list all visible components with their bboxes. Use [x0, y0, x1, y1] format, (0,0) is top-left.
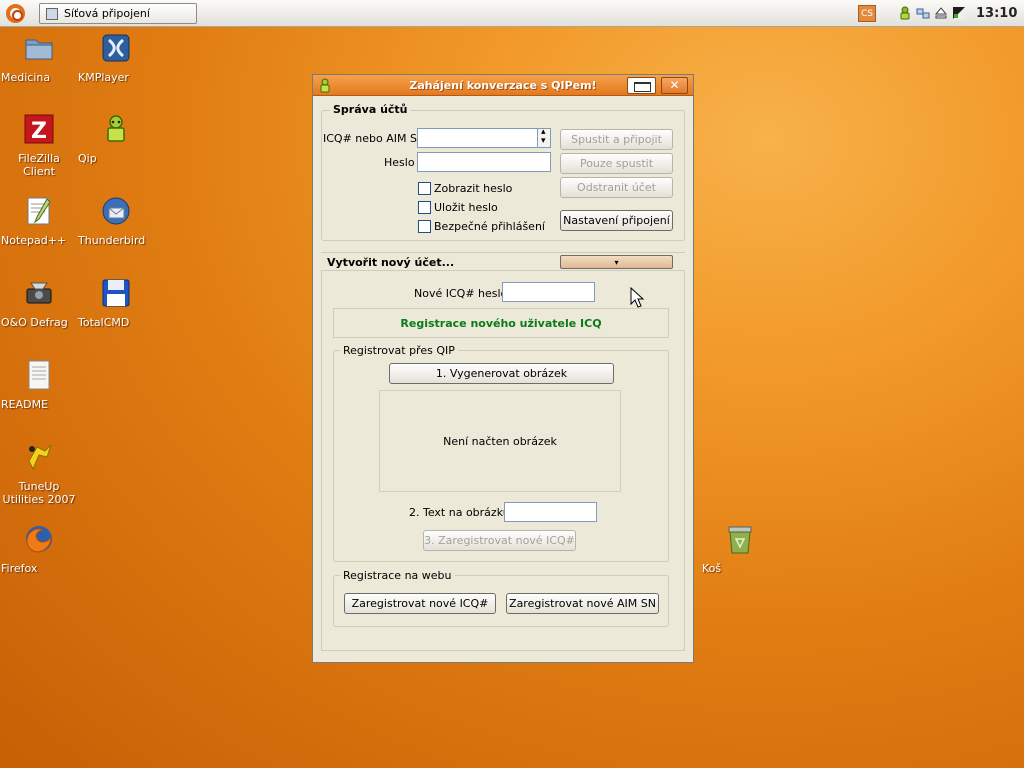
generate-image-button[interactable]: 1. Vygenerovat obrázek	[389, 363, 614, 384]
image-text-label: 2. Text na obrázku:	[409, 506, 514, 519]
image-text-field[interactable]	[504, 502, 597, 522]
desktop-icon-label: Firefox	[1, 562, 38, 575]
new-password-field[interactable]	[502, 282, 595, 302]
captcha-placeholder: Není načten obrázek	[443, 434, 557, 448]
desktop-icon-label: KMPlayer	[78, 71, 129, 84]
start-and-connect-button[interactable]: Spustit a připojit	[560, 129, 673, 150]
register-on-web-title: Registrace na webu	[340, 569, 455, 582]
password-field[interactable]	[417, 152, 551, 172]
desktop-icon-medicina[interactable]: Medicina	[1, 32, 77, 84]
desktop-icon-notepadpp[interactable]: Notepad++	[1, 195, 77, 247]
desktop-icon-label: Notepad++	[1, 234, 67, 247]
clock[interactable]: 13:10	[976, 6, 1017, 21]
register-aim-web-button[interactable]: Zaregistrovat nové AIM SN	[506, 593, 659, 614]
uin-label: ICQ# nebo AIM SN	[323, 132, 426, 145]
chevron-down-icon: ▾	[614, 257, 619, 267]
desktop-icon-label: Medicina	[1, 71, 51, 84]
register-icq-captcha-button[interactable]: 3. Zaregistrovat nové ICQ#	[423, 530, 576, 551]
register-via-qip-title: Registrovat přes QIP	[340, 344, 458, 357]
firefox-icon	[26, 526, 52, 553]
secure-login-label[interactable]: Bezpečné přihlášení	[434, 220, 545, 233]
password-label: Heslo	[384, 156, 415, 169]
filezilla-icon: Z	[24, 114, 54, 144]
qip-icon	[107, 115, 125, 142]
folder-icon	[25, 39, 53, 60]
desktop-icon-label: Qip	[78, 152, 97, 165]
desktop-icon-kmplayer[interactable]: KMPlayer	[78, 32, 154, 84]
desktop-icon-totalcmd[interactable]: TotalCMD	[78, 277, 154, 329]
notepad-icon	[27, 197, 51, 225]
desktop-icon-label: Koš	[702, 562, 722, 575]
desktop-icon-trash[interactable]: Koš	[702, 523, 778, 575]
eject-icon[interactable]	[934, 6, 948, 20]
registration-title: Registrace nového uživatele ICQ	[400, 316, 602, 330]
keyboard-layout-indicator[interactable]: CS	[858, 5, 876, 22]
show-password-label[interactable]: Zobrazit heslo	[434, 182, 512, 195]
ubuntu-logo-icon[interactable]	[6, 4, 25, 23]
connection-settings-button[interactable]: Nastavení připojení	[560, 210, 673, 231]
secure-login-checkbox[interactable]	[418, 220, 431, 233]
network-manager-icon[interactable]	[916, 6, 930, 20]
tuneup-icon	[28, 444, 52, 471]
desktop-icon-label: FileZilla Client	[18, 152, 60, 178]
registration-banner: Registrace nového uživatele ICQ	[333, 308, 669, 338]
thunderbird-icon	[102, 197, 130, 225]
taskbar-window-button[interactable]: Síťová připojení	[39, 3, 197, 24]
window-titlebar[interactable]: Zahájení konverzace s QIPem!	[313, 75, 693, 96]
desktop-icon-label: TuneUp Utilities 2007	[2, 480, 76, 506]
desktop-icon-label: Thunderbird	[78, 234, 146, 247]
qip-tray-icon[interactable]	[898, 6, 912, 20]
kmplayer-icon	[102, 34, 130, 62]
network-icon	[46, 7, 58, 20]
restore-button[interactable]	[627, 77, 656, 94]
defrag-icon	[26, 282, 52, 304]
svg-text:Z: Z	[31, 119, 47, 144]
desktop-icon-thunderbird[interactable]: Thunderbird	[78, 195, 154, 247]
new-account-expand-button[interactable]: ▾	[560, 255, 673, 269]
register-icq-web-button[interactable]: Zaregistrovat nové ICQ#	[344, 593, 496, 614]
desktop-icon-qip[interactable]: Qip	[78, 113, 154, 165]
battery-icon[interactable]	[952, 6, 966, 20]
desktop-icon-readme[interactable]: README	[1, 359, 77, 411]
save-password-checkbox[interactable]	[418, 201, 431, 214]
qip-login-window: Zahájení konverzace s QIPem! Správa účtů…	[312, 74, 694, 663]
desktop-icon-label: O&O Defrag	[1, 316, 68, 329]
taskbar-window-label: Síťová připojení	[64, 7, 150, 20]
new-account-header-label: Vytvořit nový účet...	[327, 256, 455, 269]
desktop-icon-oo-defrag[interactable]: O&O Defrag	[1, 277, 77, 329]
new-password-label: Nové ICQ# heslo:	[414, 287, 511, 300]
desktop-icon-firefox[interactable]: Firefox	[1, 523, 77, 575]
captcha-image-area: Není načten obrázek	[379, 390, 621, 492]
start-only-button[interactable]: Pouze spustit	[560, 153, 673, 174]
desktop-icon-label: README	[1, 398, 49, 411]
desktop-icon-label: TotalCMD	[78, 316, 130, 329]
save-password-label[interactable]: Uložit heslo	[434, 201, 498, 214]
desktop-icon-tuneup[interactable]: TuneUp Utilities 2007	[1, 441, 77, 506]
top-panel: Síťová připojení CS 13:10	[0, 0, 1024, 27]
close-button[interactable]	[661, 77, 688, 94]
show-password-checkbox[interactable]	[418, 182, 431, 195]
document-icon	[28, 360, 50, 390]
remove-account-button[interactable]: Odstranit účet	[560, 177, 673, 198]
uin-combobox[interactable]	[417, 127, 551, 148]
desktop-icon-filezilla[interactable]: Z FileZilla Client	[1, 113, 77, 178]
uin-spin-icon[interactable]	[537, 127, 550, 147]
accounts-group-title: Správa účtů	[330, 103, 411, 116]
floppy-icon	[102, 279, 130, 307]
trash-icon	[728, 526, 752, 554]
mouse-cursor-icon	[630, 287, 645, 308]
